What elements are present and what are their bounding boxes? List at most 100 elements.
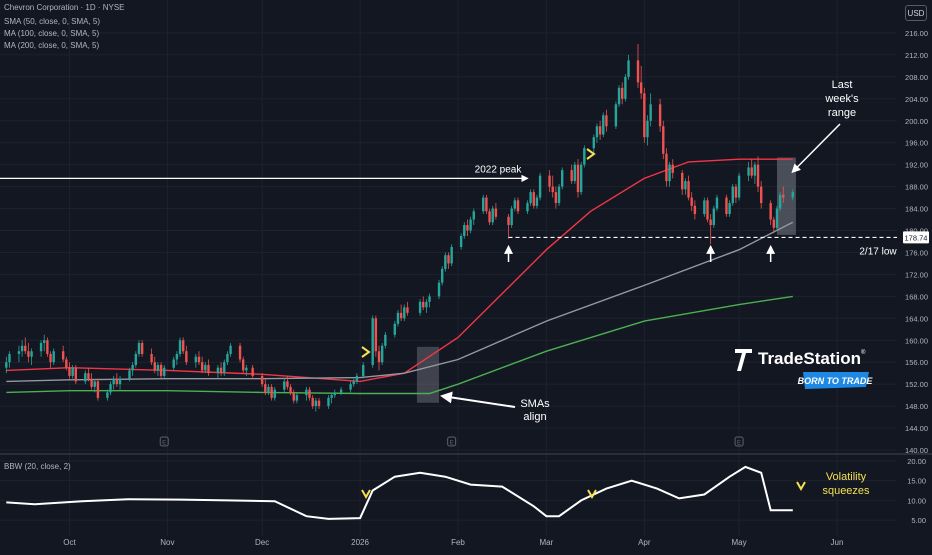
candle-body-144 [665, 153, 668, 182]
candle-body-158 [728, 203, 731, 215]
candle-133 [617, 85, 621, 108]
price-tick-10: 176.00 [905, 248, 928, 257]
candle-139 [643, 87, 646, 143]
candle-body-31 [140, 343, 144, 354]
candle-body-133 [617, 87, 621, 105]
range-label-line3: range [828, 107, 856, 119]
candle-body-42 [194, 356, 198, 363]
candle-body-153 [706, 200, 709, 220]
candle-body-5 [27, 351, 30, 357]
candle-body-15 [71, 367, 74, 376]
candle-body-107 [494, 208, 498, 217]
candle-169 [775, 205, 779, 231]
candle-body-8 [43, 340, 46, 343]
candle-body-105 [488, 211, 491, 223]
price-tick-14: 160.00 [905, 336, 928, 345]
candle-126 [583, 145, 586, 168]
candle-body-128 [595, 126, 599, 138]
candle-123 [573, 161, 577, 184]
time-tick-1: Nov [160, 538, 174, 547]
candle-body-145 [668, 164, 671, 182]
time-tick-2: Dec [255, 538, 269, 547]
candle-body-0 [5, 362, 8, 368]
brand-tagline: BORN TO TRADE [798, 376, 874, 386]
candle-body-18 [87, 373, 90, 379]
candle-body-82 [380, 345, 384, 363]
candle-body-139 [643, 93, 646, 138]
candle-body-109 [510, 208, 513, 226]
candle-body-17 [84, 373, 87, 382]
chart-svg[interactable]: 2022 peak 2/17 low SMAsalign Last week's rang… [0, 0, 932, 550]
chart-background [0, 0, 932, 550]
currency-button[interactable]: USD [905, 5, 927, 21]
candle-121 [561, 167, 564, 190]
candle-body-46 [207, 364, 210, 374]
candle-body-147 [681, 172, 684, 190]
candle-body-61 [283, 381, 286, 390]
bbw-tick-0: 20.00 [907, 457, 926, 466]
candle-79 [371, 315, 374, 368]
bbw-tick-1: 15.00 [907, 477, 926, 486]
candle-body-85 [396, 312, 400, 324]
candle-body-151 [693, 205, 697, 215]
candle-body-83 [384, 334, 387, 346]
candle-body-122 [570, 170, 573, 182]
candle-body-134 [621, 87, 624, 99]
candle-161 [737, 172, 741, 201]
candle-body-160 [734, 186, 738, 198]
candle-body-80 [374, 318, 378, 352]
price-tick-17: 148.00 [905, 402, 928, 411]
candle-body-6 [30, 351, 33, 357]
candle-144 [665, 148, 668, 187]
candle-body-149 [687, 181, 690, 198]
candle-body-170 [778, 194, 782, 209]
candle-94 [440, 266, 444, 286]
candle-body-157 [725, 197, 728, 215]
low-label: 2/17 low [859, 246, 897, 257]
candle-21 [96, 378, 100, 401]
candle-body-103 [482, 197, 485, 212]
candle-body-150 [690, 197, 693, 206]
candle-body-48 [219, 367, 223, 374]
candle-body-68 [311, 397, 314, 407]
candle-body-21 [96, 381, 100, 398]
ma200-legend[interactable]: MA (200, close, 0, SMA, 5) [4, 41, 99, 50]
candle-body-124 [576, 164, 580, 193]
bbw-legend[interactable]: BBW (20, close, 2) [4, 462, 71, 471]
candle-body-10 [49, 353, 52, 363]
candle-body-74 [339, 389, 343, 393]
time-tick-5: Mar [540, 538, 554, 547]
candle-body-19 [90, 378, 93, 387]
candle-body-56 [260, 375, 264, 385]
candle-body-53 [242, 359, 245, 371]
candle-159 [731, 183, 734, 206]
candle-body-38 [175, 353, 179, 360]
price-tick-7: 188.00 [905, 183, 928, 192]
candle-body-91 [425, 301, 428, 308]
candle-body-39 [178, 340, 182, 354]
candle-body-20 [93, 381, 96, 387]
candle-body-55 [251, 367, 254, 376]
candle-body-104 [485, 197, 488, 212]
candle-body-57 [264, 384, 267, 393]
candle-body-16 [74, 367, 78, 382]
price-tick-0: 216.00 [905, 29, 928, 38]
candle-153 [706, 197, 709, 223]
candle-body-146 [671, 164, 674, 173]
candle-body-14 [68, 367, 71, 376]
candle-body-27 [128, 370, 131, 379]
candle-body-87 [403, 307, 406, 319]
candle-body-75 [349, 384, 352, 390]
price-tick-12: 168.00 [905, 292, 928, 301]
candle-body-141 [649, 104, 652, 121]
candle-157 [725, 194, 728, 217]
time-tick-4: Feb [451, 538, 465, 547]
ma100-legend[interactable]: MA (100, close, 0, SMA, 5) [4, 29, 99, 38]
time-tick-0: Oct [63, 538, 76, 547]
sma50-legend[interactable]: SMA (50, close, 0, SMA, 5) [4, 17, 100, 26]
candle-body-71 [327, 397, 330, 407]
candle-body-63 [289, 386, 292, 393]
candle-body-118 [551, 186, 554, 193]
candle-body-164 [753, 164, 757, 176]
price-tick-4: 200.00 [905, 117, 928, 126]
